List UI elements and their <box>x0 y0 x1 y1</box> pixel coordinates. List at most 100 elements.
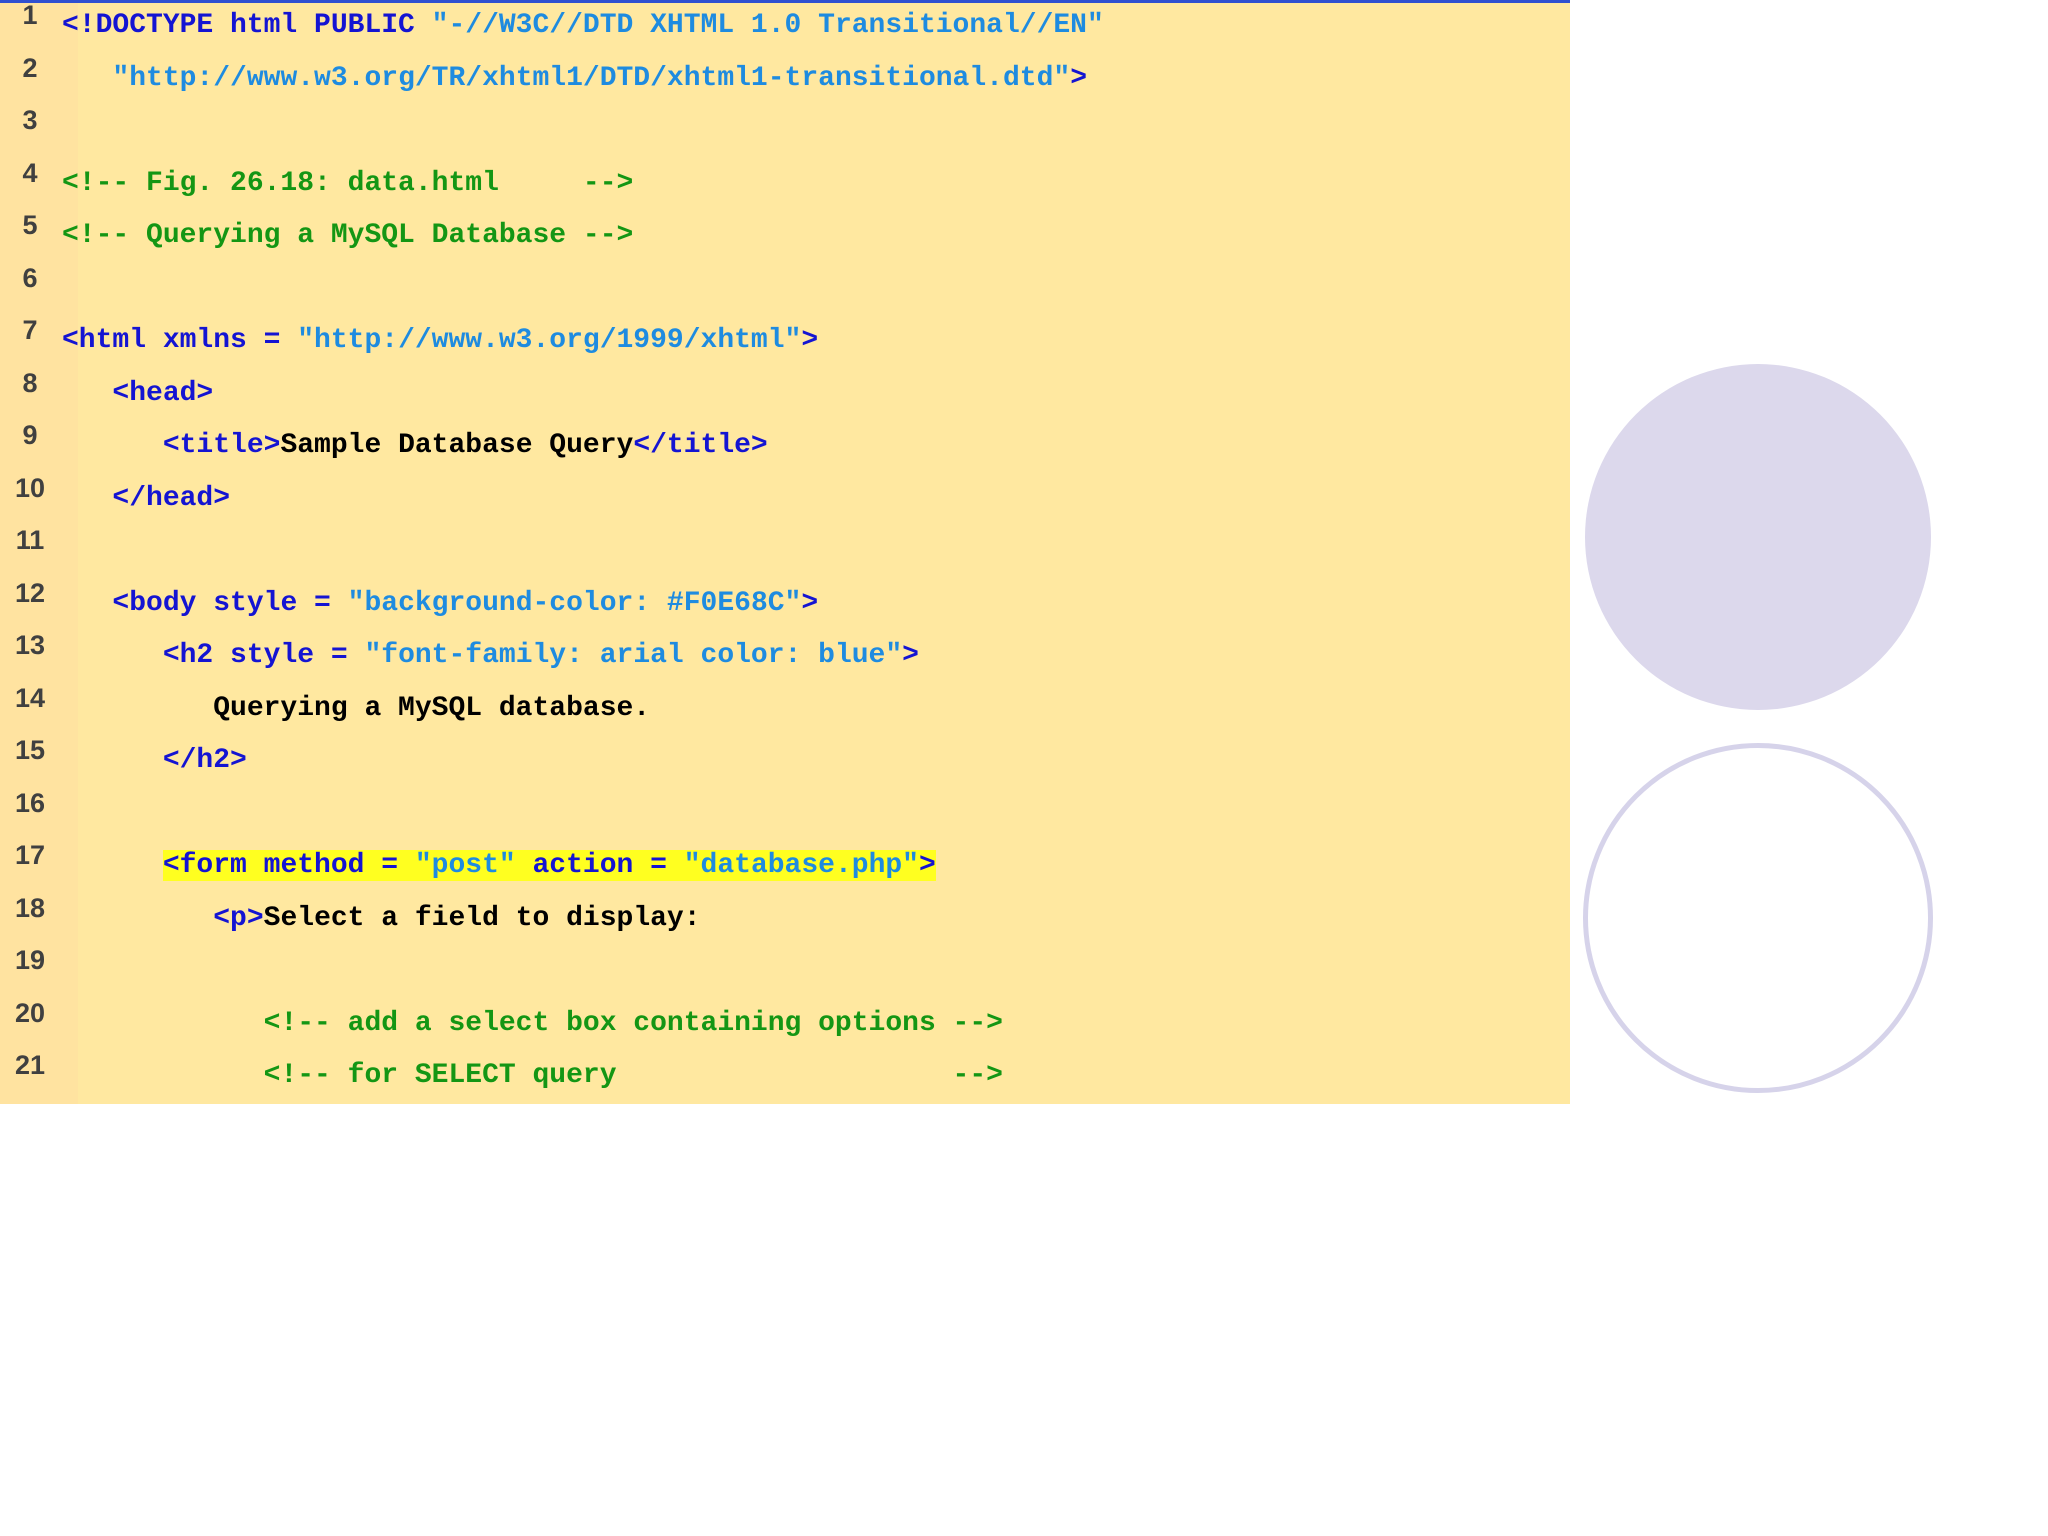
code-token-tag: > <box>801 325 819 356</box>
line-number: 1 <box>22 0 38 30</box>
line-number: 11 <box>15 525 45 555</box>
code-line: 4 <!-- Fig. 26.18: data.html --> <box>0 158 1570 216</box>
code-token-tag: <html xmlns = <box>62 325 298 356</box>
code-text: <!-- for SELECT query --> <box>62 1056 1003 1096</box>
line-number: 15 <box>14 735 46 765</box>
code-text: <!-- add a select box containing options… <box>62 1004 1003 1044</box>
code-token-com: <!-- add a select box containing options… <box>263 1007 1003 1039</box>
line-number: 2 <box>22 52 38 83</box>
code-line: 1 <!DOCTYPE html PUBLIC "-//W3C//DTD XHTM… <box>0 0 1570 58</box>
code-token-tag: <h2 style = <box>162 640 365 671</box>
code-text: <form method = "post" action = "database… <box>62 846 936 886</box>
code-line: 19 <box>0 945 1570 1003</box>
line-number: 18 <box>14 892 46 923</box>
code-line: 17 <form method = "post" action = "datab… <box>0 840 1570 898</box>
code-token-txt: Select a field to display: <box>263 902 701 934</box>
code-token-str: "font-family: arial color: blue" <box>364 640 903 671</box>
code-line: 16 <box>0 788 1570 846</box>
code-token-tag: </h2> <box>162 745 247 776</box>
code-text: <body style = "background-color: #F0E68C… <box>62 584 818 624</box>
code-line: 5 <!-- Querying a MySQL Database --> <box>0 210 1570 268</box>
line-number: 3 <box>22 105 38 135</box>
code-token-tag: <body style = <box>112 587 348 619</box>
code-token-txt: Querying a MySQL database. <box>62 692 651 724</box>
line-number: 13 <box>14 630 46 660</box>
line-number: 20 <box>14 997 46 1028</box>
code-text: <!DOCTYPE html PUBLIC "-//W3C//DTD XHTML… <box>62 6 1104 46</box>
code-line: 21 <!-- for SELECT query --> <box>0 1050 1570 1108</box>
code-text: "http://www.w3.org/TR/xhtml1/DTD/xhtml1-… <box>62 59 1087 99</box>
code-token-tag: action = <box>515 850 684 881</box>
line-number: 21 <box>14 1050 46 1080</box>
code-line: 7 <html xmlns = "http://www.w3.org/1999/x… <box>0 315 1570 373</box>
code-token-tag: </head> <box>112 482 231 514</box>
line-number: 12 <box>14 577 46 608</box>
line-number: 17 <box>14 840 46 870</box>
code-token-com: <!-- Querying a MySQL Database --> <box>62 220 634 251</box>
code-line: 20 <!-- add a select box containing opti… <box>0 998 1570 1056</box>
line-number: 19 <box>14 945 46 975</box>
code-text: <html xmlns = "http://www.w3.org/1999/xh… <box>62 321 818 361</box>
code-line: 10 </head> <box>0 473 1570 531</box>
code-line: 6 <box>0 263 1570 321</box>
code-token-tag: <!DOCTYPE html PUBLIC <box>62 10 432 41</box>
code-token-str: "http://www.w3.org/1999/xhtml" <box>297 325 802 356</box>
code-token-str: "background-color: #F0E68C" <box>347 587 802 619</box>
code-token-tag: > <box>801 587 819 619</box>
code-token-str: "post" <box>414 850 516 881</box>
code-text: <title>Sample Database Query</title> <box>62 426 768 466</box>
decorative-outline-circle <box>1583 743 1933 1093</box>
code-line: 12 <body style = "background-color: #F0E… <box>0 578 1570 636</box>
code-line: 13 <h2 style = "font-family: arial color… <box>0 630 1570 688</box>
code-token-tag: <p> <box>213 902 264 934</box>
line-number: 9 <box>22 420 38 450</box>
code-token-tag: </title> <box>633 430 768 461</box>
code-line: 8 <head> <box>0 368 1570 426</box>
line-number: 7 <box>22 315 38 345</box>
code-token-str: "database.php" <box>683 850 919 881</box>
code-token-tag: <head> <box>112 377 214 409</box>
code-line: 9 <title>Sample Database Query</title> <box>0 420 1570 478</box>
code-token-tag: > <box>1070 62 1087 94</box>
code-line: 14 Querying a MySQL database. <box>0 683 1570 741</box>
code-token-str: "-//W3C//DTD XHTML 1.0 Transitional//EN" <box>431 10 1104 41</box>
code-text: </head> <box>62 479 230 519</box>
code-text: <h2 style = "font-family: arial color: b… <box>62 636 919 676</box>
code-token-tag: > <box>902 640 919 671</box>
code-line: 3 <box>0 105 1570 163</box>
code-token-tag: > <box>918 850 936 881</box>
code-token-txt: Sample Database Query <box>280 430 634 461</box>
line-number: 14 <box>14 682 46 713</box>
code-token-com: <!-- for SELECT query --> <box>263 1060 1003 1091</box>
line-number: 8 <box>22 367 38 398</box>
code-text: <head> <box>62 374 213 414</box>
line-number: 10 <box>14 472 46 503</box>
line-number: 6 <box>22 262 38 293</box>
line-number: 5 <box>22 210 38 240</box>
code-line: 11 <box>0 525 1570 583</box>
code-listing-panel: 1 <!DOCTYPE html PUBLIC "-//W3C//DTD XHTM… <box>0 0 1570 1104</box>
code-text: <p>Select a field to display: <box>62 899 701 939</box>
code-token-str: "http://www.w3.org/TR/xhtml1/DTD/xhtml1-… <box>112 62 1071 94</box>
code-text: <!-- Querying a MySQL Database --> <box>62 216 633 256</box>
code-token-com: <!-- Fig. 26.18: data.html --> <box>62 167 634 199</box>
line-number: 4 <box>22 157 38 188</box>
code-line: 15 </h2> <box>0 735 1570 793</box>
code-line: 2 "http://www.w3.org/TR/xhtml1/DTD/xhtml… <box>0 53 1570 111</box>
decorative-filled-circle <box>1585 364 1931 710</box>
code-text: Querying a MySQL database. <box>62 689 650 729</box>
code-token-tag: <title> <box>162 430 281 461</box>
line-number: 16 <box>14 787 46 818</box>
code-token-tag: <form method = <box>162 850 415 881</box>
